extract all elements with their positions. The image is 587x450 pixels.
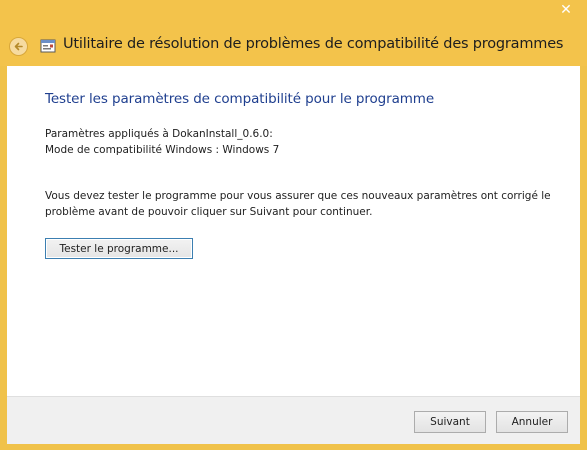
settings-applied-text: Paramètres appliqués à DokanInstall_0.6.… xyxy=(45,128,273,140)
header-row: Utilitaire de résolution de problèmes de… xyxy=(0,28,587,64)
back-arrow-icon xyxy=(14,42,23,51)
footer-bar: Suivant Annuler xyxy=(7,396,580,444)
close-button[interactable]: ✕ xyxy=(549,0,583,20)
page-heading: Tester les paramètres de compatibilité p… xyxy=(45,91,435,107)
back-button[interactable] xyxy=(9,37,28,56)
compat-mode-text: Mode de compatibilité Windows : Windows … xyxy=(45,144,280,156)
title-bar: ✕ Utilitaire de résolution de problèmes … xyxy=(0,0,587,66)
cancel-button[interactable]: Annuler xyxy=(496,411,568,433)
next-button[interactable]: Suivant xyxy=(414,411,486,433)
instructions-text: Vous devez tester le programme pour vous… xyxy=(45,190,551,218)
content-panel: Tester les paramètres de compatibilité p… xyxy=(7,66,580,396)
test-program-button[interactable]: Tester le programme... xyxy=(45,238,193,259)
window-title: Utilitaire de résolution de problèmes de… xyxy=(63,36,564,52)
troubleshooter-window: ✕ Utilitaire de résolution de problèmes … xyxy=(0,0,587,450)
troubleshooter-icon xyxy=(40,39,56,53)
close-icon: ✕ xyxy=(560,2,572,18)
